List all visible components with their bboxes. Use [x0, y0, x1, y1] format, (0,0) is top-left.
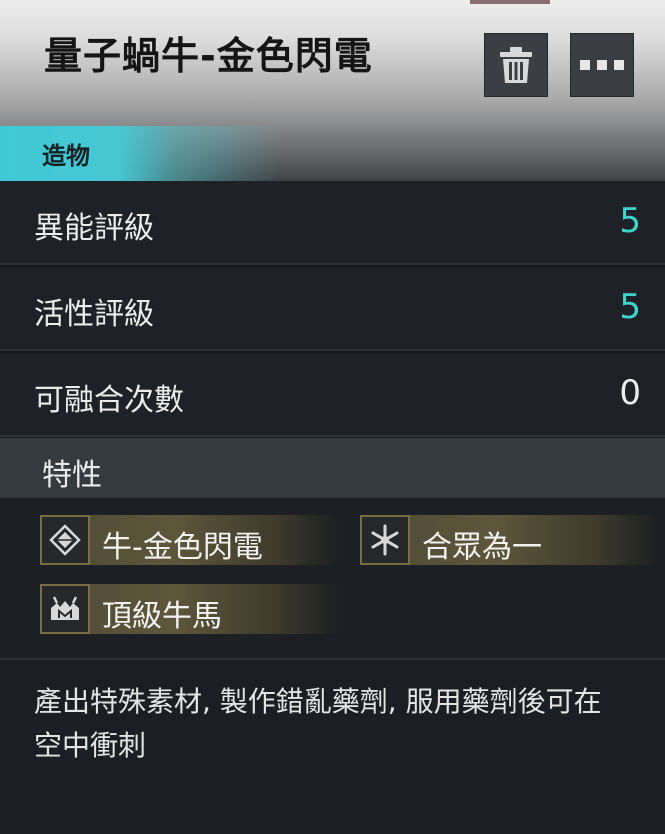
stat-row-ability-rating: 異能評級 5: [0, 181, 665, 265]
top-edge-decoration: [470, 0, 550, 4]
stat-value: 5: [619, 201, 641, 241]
stat-label: 異能評級: [34, 211, 154, 246]
snowflake-icon: [360, 515, 410, 565]
more-dots-icon: [580, 60, 624, 70]
stat-label: 活性評級: [34, 297, 154, 332]
diamond-icon: [40, 515, 90, 565]
item-description-panel: 產出特殊素材, 製作錯亂藥劑, 服用藥劑後可在空中衝刺: [0, 660, 665, 834]
stat-label: 可融合次數: [34, 383, 184, 418]
stat-value: 0: [619, 373, 641, 413]
trait-label: 合眾為一: [422, 530, 542, 565]
delete-button[interactable]: [484, 33, 548, 97]
category-tag: 造物: [0, 126, 280, 181]
trait-chip-many-as-one[interactable]: 合眾為一: [360, 515, 660, 565]
trait-label: 頂級牛馬: [102, 599, 222, 634]
category-label: 造物: [42, 142, 90, 170]
item-header: 量子蝸牛-金色閃電 造物: [0, 0, 665, 181]
stat-value: 5: [619, 287, 641, 327]
cow-icon: [40, 584, 90, 634]
more-options-button[interactable]: [570, 33, 634, 97]
traits-list: 牛-金色閃電 合眾為一 頂級牛馬: [0, 498, 665, 660]
trait-chip-golden-lightning[interactable]: 牛-金色閃電: [40, 515, 340, 565]
item-description: 產出特殊素材, 製作錯亂藥劑, 服用藥劑後可在空中衝刺: [34, 685, 602, 762]
trait-chip-top-workhorse[interactable]: 頂級牛馬: [40, 584, 340, 634]
traits-heading: 特性: [42, 458, 102, 493]
stat-row-activity-rating: 活性評級 5: [0, 267, 665, 351]
item-title: 量子蝸牛-金色閃電: [44, 34, 373, 78]
trait-label: 牛-金色閃電: [102, 530, 263, 565]
traits-section-header: 特性: [0, 438, 665, 498]
trash-icon: [500, 47, 532, 83]
stat-row-fusion-count: 可融合次數 0: [0, 353, 665, 437]
